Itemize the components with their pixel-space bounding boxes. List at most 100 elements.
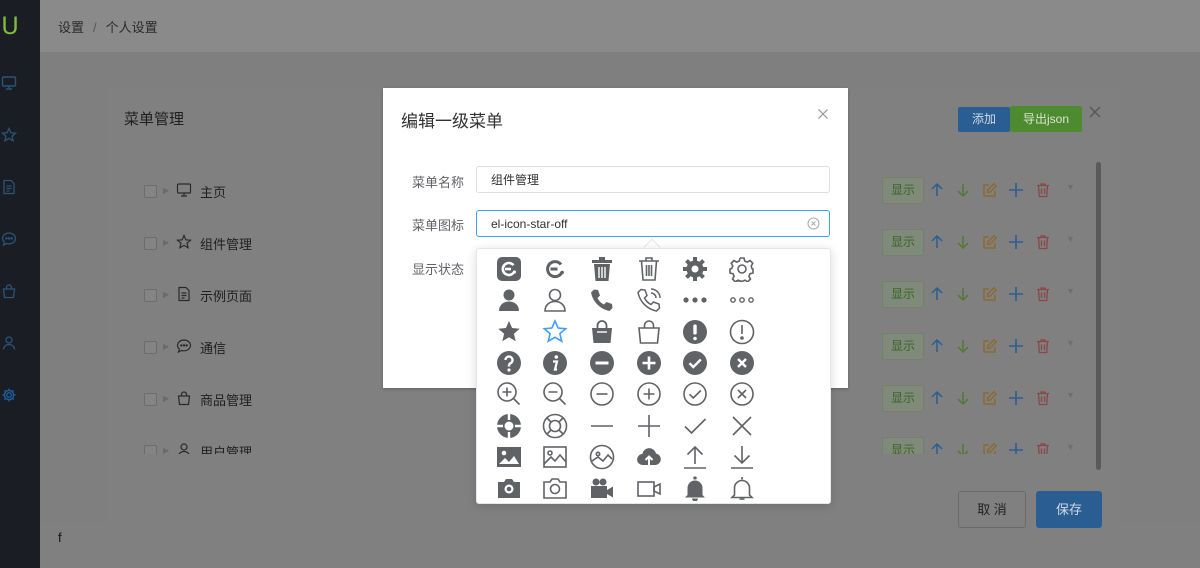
row-checkbox[interactable]: [144, 289, 157, 302]
move-down-icon[interactable]: [955, 338, 971, 354]
edit-icon[interactable]: [982, 286, 998, 302]
circle-plus-icon[interactable]: [634, 348, 664, 378]
user-solid-icon[interactable]: [494, 285, 524, 315]
expand-caret-icon[interactable]: ▶: [163, 238, 169, 247]
delete-solid-icon[interactable]: [587, 254, 617, 284]
circle-close-icon[interactable]: [727, 379, 757, 409]
info-icon[interactable]: [540, 348, 570, 378]
add-child-icon[interactable]: [1008, 286, 1024, 302]
move-down-icon[interactable]: [955, 286, 971, 302]
phone-icon[interactable]: [587, 285, 617, 315]
circle-plus-outline-icon[interactable]: [634, 379, 664, 409]
expand-caret-icon[interactable]: ▶: [163, 186, 169, 195]
move-down-icon[interactable]: [955, 182, 971, 198]
zoom-in-icon[interactable]: [494, 379, 524, 409]
chevron-down-icon[interactable]: ▼: [1066, 338, 1075, 348]
user-icon[interactable]: [540, 285, 570, 315]
more-outline-icon[interactable]: [727, 285, 757, 315]
eleme-icon[interactable]: [494, 254, 524, 284]
move-up-icon[interactable]: [929, 182, 945, 198]
edit-icon[interactable]: [982, 182, 998, 198]
add-child-icon[interactable]: [1008, 234, 1024, 250]
move-up-icon[interactable]: [929, 286, 945, 302]
show-toggle-button[interactable]: 显示: [882, 229, 924, 256]
success-icon[interactable]: [680, 348, 710, 378]
delete-icon[interactable]: [1035, 286, 1051, 302]
star-off-icon[interactable]: [540, 317, 570, 347]
help-icon[interactable]: [540, 411, 570, 441]
error-icon[interactable]: [727, 348, 757, 378]
move-up-icon[interactable]: [929, 338, 945, 354]
delete-icon[interactable]: [1035, 338, 1051, 354]
camera-icon[interactable]: [540, 473, 570, 503]
chat-icon[interactable]: [1, 231, 17, 247]
move-down-icon[interactable]: [955, 390, 971, 406]
add-child-icon[interactable]: [1008, 338, 1024, 354]
move-up-icon[interactable]: [929, 234, 945, 250]
show-toggle-button[interactable]: 显示: [882, 385, 924, 412]
edit-icon[interactable]: [982, 338, 998, 354]
phone-outline-icon[interactable]: [634, 285, 664, 315]
help-solid-icon[interactable]: [494, 411, 524, 441]
edit-icon[interactable]: [982, 234, 998, 250]
export-json-button[interactable]: 导出json: [1010, 106, 1082, 132]
show-toggle-button[interactable]: 显示: [882, 281, 924, 308]
breadcrumb-parent[interactable]: 设置: [58, 20, 84, 35]
move-up-icon[interactable]: [929, 390, 945, 406]
more-icon[interactable]: [680, 285, 710, 315]
bag-icon[interactable]: [1, 283, 17, 299]
expand-caret-icon[interactable]: ▶: [163, 342, 169, 351]
download-icon[interactable]: [727, 442, 757, 472]
expand-caret-icon[interactable]: ▶: [163, 446, 169, 454]
circle-check-icon[interactable]: [680, 379, 710, 409]
video-camera-icon[interactable]: [634, 473, 664, 503]
eleme-outline-icon[interactable]: [540, 254, 570, 284]
delete-icon[interactable]: [634, 254, 664, 284]
warning-icon[interactable]: [680, 317, 710, 347]
minus-icon[interactable]: [587, 411, 617, 441]
row-checkbox[interactable]: [144, 185, 157, 198]
expand-caret-icon[interactable]: ▶: [163, 290, 169, 299]
plus-icon[interactable]: [634, 411, 664, 441]
picture-outline-icon[interactable]: [540, 442, 570, 472]
add-button[interactable]: 添加: [958, 107, 1010, 132]
check-icon[interactable]: [680, 411, 710, 441]
chevron-down-icon[interactable]: ▼: [1066, 442, 1075, 452]
star-on-icon[interactable]: [494, 317, 524, 347]
add-child-icon[interactable]: [1008, 182, 1024, 198]
edit-icon[interactable]: [982, 390, 998, 406]
row-checkbox[interactable]: [144, 445, 157, 454]
chevron-down-icon[interactable]: ▼: [1066, 234, 1075, 244]
question-icon[interactable]: [494, 348, 524, 378]
clear-icon[interactable]: [807, 217, 820, 230]
row-checkbox[interactable]: [144, 341, 157, 354]
picture-icon[interactable]: [494, 442, 524, 472]
user-icon[interactable]: [1, 335, 17, 351]
delete-icon[interactable]: [1035, 442, 1051, 454]
delete-icon[interactable]: [1035, 234, 1051, 250]
chevron-down-icon[interactable]: ▼: [1066, 182, 1075, 192]
goods-icon[interactable]: [634, 317, 664, 347]
close-icon[interactable]: [727, 411, 757, 441]
move-down-icon[interactable]: [955, 442, 971, 454]
bell-solid-icon[interactable]: [680, 473, 710, 503]
chevron-down-icon[interactable]: ▼: [1066, 286, 1075, 296]
remove-icon[interactable]: [587, 348, 617, 378]
row-checkbox[interactable]: [144, 237, 157, 250]
menu-icon-input[interactable]: [476, 210, 830, 237]
document-icon[interactable]: [1, 179, 17, 195]
remove-outline-icon[interactable]: [587, 379, 617, 409]
cancel-button[interactable]: 取 消: [958, 491, 1026, 528]
show-toggle-button[interactable]: 显示: [882, 437, 924, 454]
upload2-icon[interactable]: [680, 442, 710, 472]
setting-icon[interactable]: [727, 254, 757, 284]
row-checkbox[interactable]: [144, 393, 157, 406]
add-child-icon[interactable]: [1008, 390, 1024, 406]
close-icon[interactable]: [1088, 105, 1102, 119]
add-child-icon[interactable]: [1008, 442, 1024, 454]
chevron-down-icon[interactable]: ▼: [1066, 390, 1075, 400]
delete-icon[interactable]: [1035, 182, 1051, 198]
bell-icon[interactable]: [727, 473, 757, 503]
picture-outline-round-icon[interactable]: [587, 442, 617, 472]
monitor-icon[interactable]: [1, 75, 17, 91]
